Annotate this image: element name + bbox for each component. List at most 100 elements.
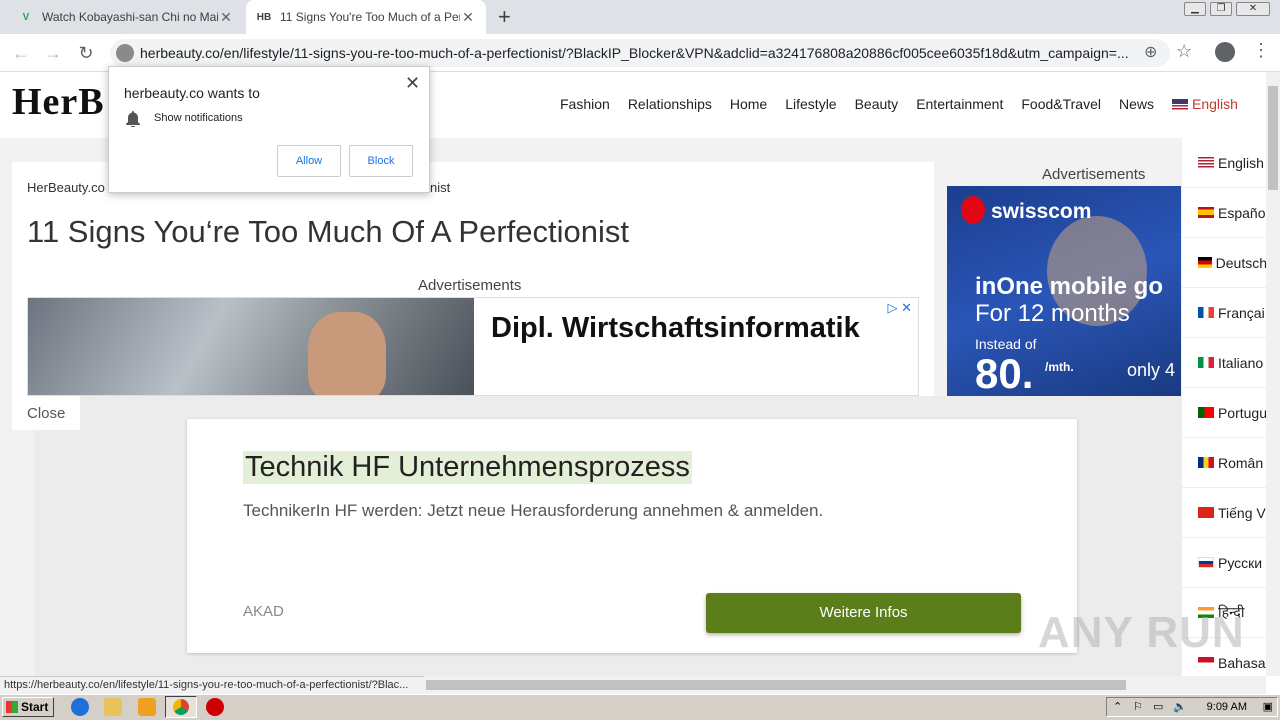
nav-news[interactable]: News [1119, 96, 1154, 112]
breadcrumb-tail: nist [430, 180, 451, 195]
language-label: Portugu [1217, 404, 1266, 421]
language-item[interactable]: Italiano [1182, 338, 1266, 388]
language-list: English Españo Deutsch Françai Italiano … [1181, 138, 1266, 676]
menu-kebab-icon[interactable]: ⋮ [1252, 40, 1270, 61]
language-label: Españo [1218, 204, 1266, 221]
side-ad-line2: For 12 months [975, 300, 1130, 327]
language-item[interactable]: English [1182, 138, 1266, 188]
breadcrumb[interactable]: HerBeauty.co [27, 180, 105, 195]
us-flag-icon [1172, 99, 1188, 110]
banner-ad[interactable]: Dipl. Wirtschaftsinformatik ▷ ✕ [27, 297, 919, 396]
tab-favicon: HB [256, 11, 272, 23]
popup-close-icon[interactable]: ✕ [405, 73, 420, 94]
language-item[interactable]: Portugu [1182, 388, 1266, 438]
nav-beauty[interactable]: Beauty [855, 96, 899, 112]
maximize-icon[interactable]: ❐ [1210, 2, 1232, 16]
notification-title: herbeauty.co wants to [124, 85, 260, 101]
ro-flag-icon [1198, 457, 1214, 468]
ru-flag-icon [1198, 557, 1214, 568]
clock[interactable]: 9:09 AM [1207, 698, 1247, 716]
ie-icon[interactable] [71, 698, 89, 716]
nav-food-travel[interactable]: Food&Travel [1021, 96, 1101, 112]
main-nav: Fashion Relationships Home Lifestyle Bea… [560, 96, 1238, 112]
network-icon[interactable]: ▭ [1153, 698, 1163, 716]
fr-flag-icon [1198, 307, 1214, 318]
banner-ad-title[interactable]: Dipl. Wirtschaftsinformatik [491, 312, 860, 345]
language-item[interactable]: Françai [1182, 288, 1266, 338]
de-flag-icon [1198, 257, 1212, 268]
id-flag-icon [1198, 657, 1214, 668]
status-bar: https://herbeauty.co/en/lifestyle/11-sig… [0, 676, 424, 694]
nav-home[interactable]: Home [730, 96, 767, 112]
language-item[interactable]: Tiếng V [1182, 488, 1266, 538]
bell-icon [126, 111, 140, 127]
explorer-folder-icon[interactable] [104, 698, 122, 716]
minimize-icon[interactable]: ▁ [1184, 2, 1206, 16]
language-selector[interactable]: English [1172, 96, 1238, 112]
page-title: 11 Signs You‘re Too Much Of A Perfection… [27, 214, 630, 249]
opera-icon[interactable] [206, 698, 224, 716]
language-item[interactable]: Русски [1182, 538, 1266, 588]
system-tray: ⌃ ⚐ ▭ 🔈 9:09 AM ▣ [1106, 697, 1278, 717]
bookmark-star-icon[interactable]: ☆ [1176, 41, 1192, 62]
notification-text: Show notifications [154, 112, 243, 124]
language-item[interactable]: Españo [1182, 188, 1266, 238]
allow-button[interactable]: Allow [277, 145, 341, 177]
reload-icon[interactable]: ↻ [73, 40, 99, 66]
media-player-icon[interactable] [138, 698, 156, 716]
language-label: Françai [1218, 304, 1265, 321]
site-logo[interactable]: HerB [12, 80, 105, 124]
show-desktop-icon[interactable]: ▣ [1263, 698, 1273, 716]
windows-logo-icon [6, 701, 18, 713]
block-button[interactable]: Block [349, 145, 413, 177]
side-ad[interactable]: swisscom inOne mobile go For 12 months I… [947, 186, 1181, 396]
language-item[interactable]: Român [1182, 438, 1266, 488]
nav-relationships[interactable]: Relationships [628, 96, 712, 112]
install-icon[interactable]: ⊕ [1144, 42, 1157, 62]
address-bar[interactable]: herbeauty.co/en/lifestyle/11-signs-you-r… [110, 39, 1170, 67]
banner-ad-image [28, 298, 474, 395]
forward-icon[interactable]: → [40, 40, 66, 66]
banner-ad-face [308, 312, 386, 395]
chrome-icon [173, 699, 189, 715]
language-label: Italiano [1218, 354, 1264, 371]
tab-close-icon[interactable]: ✕ [218, 9, 234, 26]
nav-lifestyle[interactable]: Lifestyle [785, 96, 836, 112]
taskbar-chrome-button[interactable] [165, 696, 197, 718]
profile-avatar-icon[interactable] [1215, 42, 1235, 62]
volume-icon[interactable]: 🔈 [1173, 698, 1187, 716]
language-label: Român [1218, 454, 1264, 471]
tab-anime[interactable]: V Watch Kobayashi-san Chi no Maid Dr... … [8, 0, 244, 34]
vertical-scrollbar[interactable] [1266, 72, 1280, 676]
interstitial-ad-description: TechnikerIn HF werden: Jetzt neue Heraus… [243, 501, 824, 520]
interstitial-ad-card[interactable]: Technik HF Unternehmensprozess Techniker… [187, 419, 1077, 653]
interstitial-close-button[interactable]: Close [12, 396, 80, 430]
language-item[interactable]: Deutsch [1182, 238, 1266, 288]
horizontal-scroll-thumb[interactable] [426, 680, 1126, 690]
interstitial-cta-button[interactable]: Weitere Infos [706, 593, 1021, 633]
vertical-scroll-thumb[interactable] [1268, 86, 1278, 190]
tab-herbeauty[interactable]: HB 11 Signs You're Too Much of a Perfe..… [246, 0, 486, 34]
tab-close-icon[interactable]: ✕ [460, 9, 476, 26]
side-ad-per-month: /mth. [1045, 360, 1074, 374]
language-label: Tiếng V [1218, 504, 1266, 521]
close-window-icon[interactable]: ✕ [1236, 2, 1270, 16]
pt-flag-icon [1198, 407, 1214, 418]
new-tab-button[interactable]: + [498, 4, 511, 30]
nav-fashion[interactable]: Fashion [560, 96, 610, 112]
back-icon[interactable]: ← [8, 40, 34, 66]
language-label: Русски [1218, 554, 1263, 571]
adchoices-close-icon[interactable]: ▷ ✕ [887, 300, 912, 316]
us-flag-icon [1198, 157, 1214, 168]
nav-entertainment[interactable]: Entertainment [916, 96, 1003, 112]
side-ad-new-price: only 4 [1127, 360, 1176, 380]
interstitial-ad-source: AKAD [243, 603, 284, 620]
tab-title: 11 Signs You're Too Much of a Perfe... [280, 10, 460, 24]
start-button[interactable]: Start [2, 697, 54, 717]
tab-favicon: V [22, 11, 30, 23]
horizontal-scrollbar[interactable] [424, 676, 1266, 694]
tray-expand-icon[interactable]: ⌃ [1113, 698, 1122, 716]
interstitial-ad-title[interactable]: Technik HF Unternehmensprozess [243, 451, 692, 484]
flag-tray-icon[interactable]: ⚐ [1133, 698, 1143, 716]
lock-icon[interactable] [116, 44, 134, 62]
